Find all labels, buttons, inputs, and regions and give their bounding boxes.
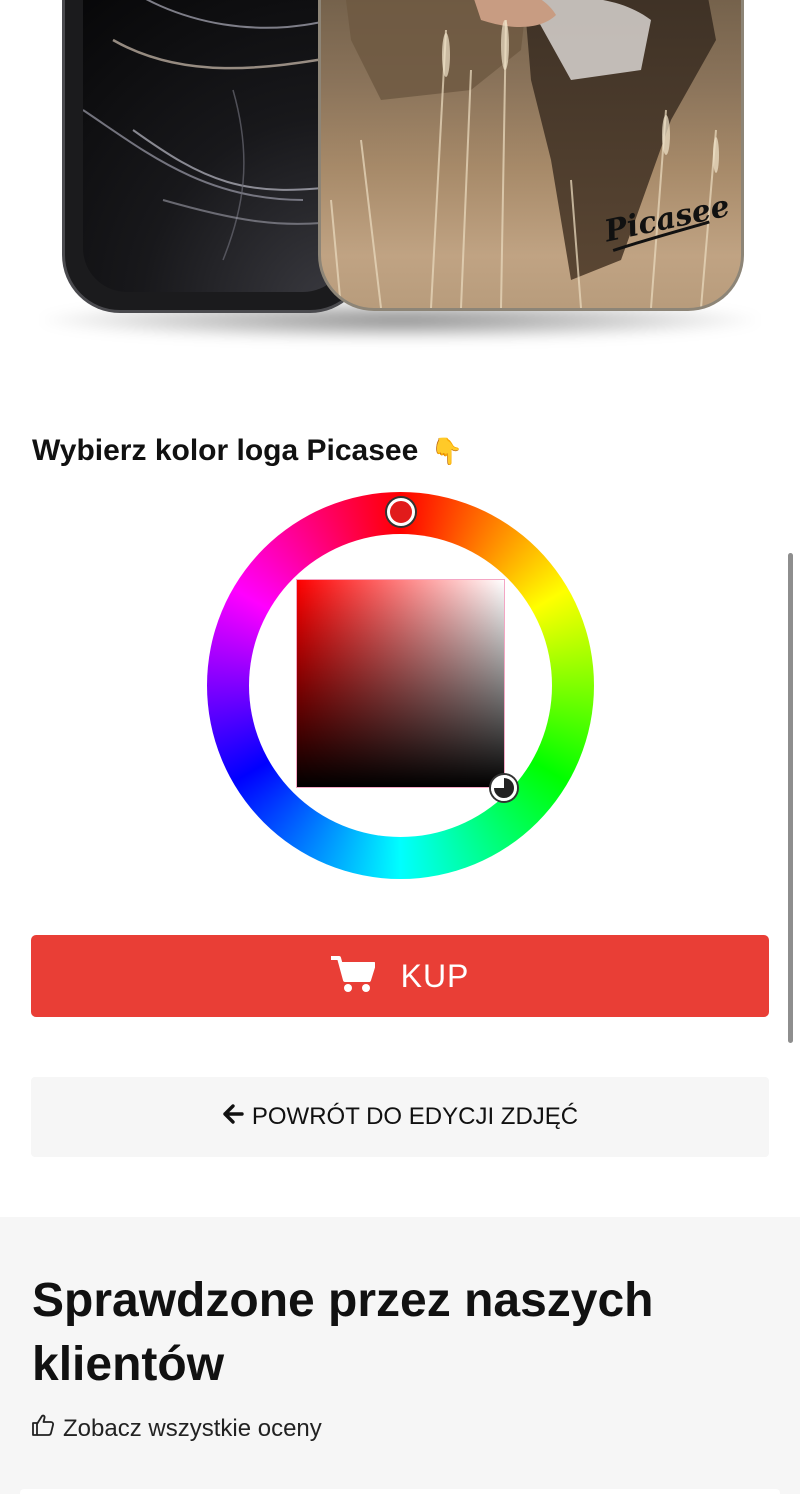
thumbs-up-icon xyxy=(31,1413,55,1444)
pointing-down-icon: 👇 xyxy=(430,436,463,466)
custom-photo-case: Picasee xyxy=(318,0,744,311)
cart-icon xyxy=(330,955,376,998)
customer-reviews-section: Sprawdzone przez naszych klientów Zobacz… xyxy=(0,1217,800,1499)
reviews-heading: Sprawdzone przez naszych klientów xyxy=(32,1274,654,1391)
phone-screen xyxy=(83,0,347,292)
back-button-label: POWRÓT DO EDYCJI ZDJĘĆ xyxy=(251,1103,579,1130)
see-all-reviews-link[interactable]: Zobacz wszystkie oceny xyxy=(31,1413,322,1444)
page-scrollbar[interactable] xyxy=(788,553,793,1043)
hue-handle[interactable] xyxy=(387,498,415,526)
case-photo: Picasee xyxy=(330,0,733,308)
product-preview: Picasee xyxy=(0,0,800,370)
back-to-photo-edit-button[interactable]: POWRÓT DO EDYCJI ZDJĘĆ xyxy=(31,1077,769,1157)
buy-button[interactable]: KUP xyxy=(31,935,769,1017)
buy-button-label: KUP xyxy=(400,957,470,994)
logo-color-title-text: Wybierz kolor loga Picasee xyxy=(32,434,419,467)
logo-color-title: Wybierz kolor loga Picasee 👇 xyxy=(32,434,463,468)
saturation-value-handle[interactable] xyxy=(491,775,517,801)
see-all-reviews-label: Zobacz wszystkie oceny xyxy=(63,1414,322,1442)
review-card-edge xyxy=(20,1489,780,1499)
phone-wallpaper xyxy=(83,0,347,261)
arrow-left-icon xyxy=(222,1103,244,1132)
saturation-value-square[interactable] xyxy=(296,579,505,788)
